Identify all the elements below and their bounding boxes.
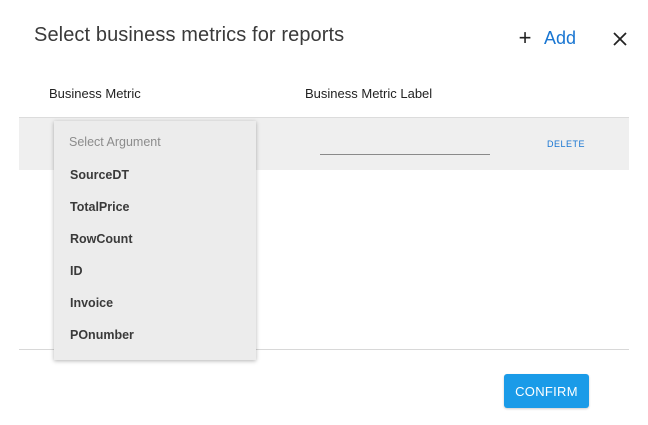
- dropdown-option-totalprice[interactable]: TotalPrice: [54, 191, 256, 223]
- dropdown-option-ponumber[interactable]: POnumber: [54, 319, 256, 351]
- dropdown-placeholder: Select Argument: [69, 135, 161, 149]
- dropdown-option-invoice[interactable]: Invoice: [54, 287, 256, 319]
- dropdown-option-id[interactable]: ID: [54, 255, 256, 287]
- confirm-button[interactable]: CONFIRM: [504, 374, 589, 408]
- add-button-label: Add: [544, 27, 577, 48]
- delete-button[interactable]: DELETE: [547, 139, 585, 149]
- dropdown-options: SourceDT TotalPrice RowCount ID Invoice …: [54, 159, 256, 351]
- business-metric-dropdown-menu: Select Argument SourceDT TotalPrice RowC…: [54, 121, 256, 360]
- dropdown-option-rowcount[interactable]: RowCount: [54, 223, 256, 255]
- column-header-business-metric-label: Business Metric Label: [305, 86, 433, 101]
- dropdown-option-sourcedt[interactable]: SourceDT: [54, 159, 256, 191]
- close-icon[interactable]: [610, 29, 630, 49]
- business-metric-label-input[interactable]: [320, 130, 490, 155]
- business-metrics-dialog: Select business metrics for reports + Ad…: [0, 0, 648, 425]
- dialog-title: Select business metrics for reports: [34, 24, 345, 46]
- plus-icon: +: [518, 25, 532, 50]
- add-button[interactable]: + Add: [518, 27, 576, 49]
- column-header-business-metric: Business Metric: [49, 86, 141, 101]
